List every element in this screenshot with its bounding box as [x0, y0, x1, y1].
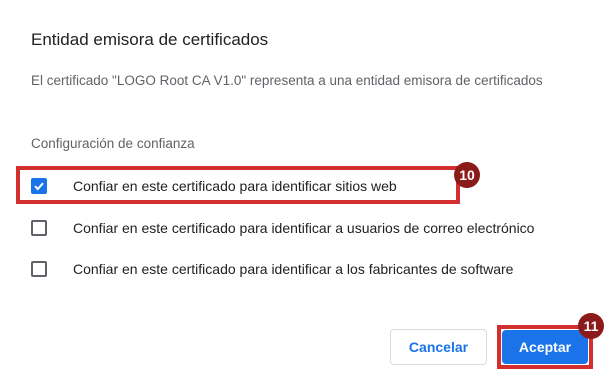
- trust-email-users-label: Confiar en este certificado para identif…: [73, 220, 535, 236]
- trust-email-users-option[interactable]: Confiar en este certificado para identif…: [31, 217, 534, 239]
- step-10-badge: 10: [454, 162, 480, 188]
- dialog-description: El certificado "LOGO Root CA V1.0" repre…: [31, 73, 543, 88]
- trust-software-makers-label: Confiar en este certificado para identif…: [73, 261, 514, 277]
- step-11-badge: 11: [578, 313, 604, 339]
- dialog-title: Entidad emisora de certificados: [31, 30, 269, 49]
- certificate-authority-dialog: Entidad emisora de certificados El certi…: [0, 0, 604, 373]
- trust-software-makers-option[interactable]: Confiar en este certificado para identif…: [31, 258, 513, 280]
- trust-software-makers-checkbox[interactable]: [31, 261, 47, 277]
- cancel-button[interactable]: Cancelar: [390, 329, 487, 365]
- trust-settings-label: Configuración de confianza: [31, 136, 195, 151]
- trust-email-users-checkbox[interactable]: [31, 220, 47, 236]
- step-10-highlight: [16, 166, 460, 204]
- accept-button[interactable]: Aceptar: [502, 330, 588, 364]
